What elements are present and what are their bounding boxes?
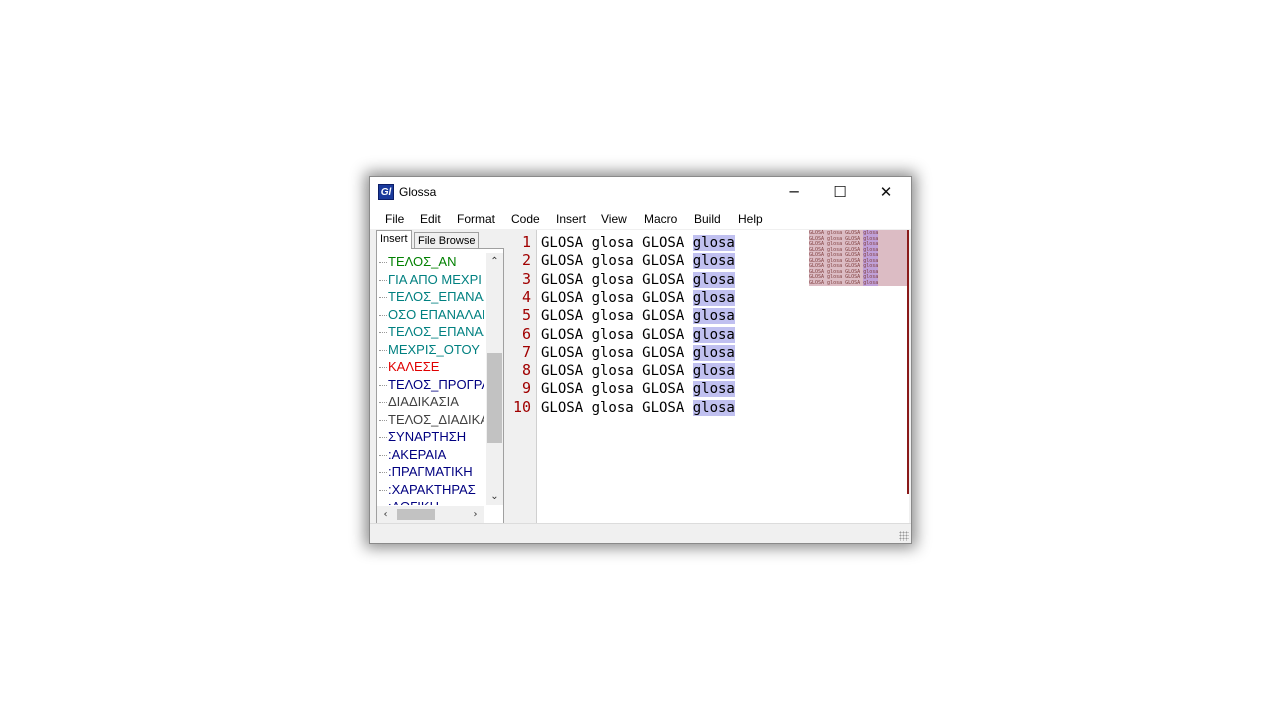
tree-item[interactable]: ΓΙΑ ΑΠΟ ΜΕΧΡΙ [377,271,484,289]
menu-build[interactable]: Build [694,212,721,226]
code-text: GLOSA glosa GLOSA [541,308,693,325]
scroll-down-icon[interactable]: ⌄ [486,488,503,505]
line-number: 4 [521,287,531,306]
scroll-up-icon[interactable]: ⌃ [486,253,503,270]
tree-item[interactable]: ΤΕΛΟΣ_ΠΡΟΓΡΑΜΜΑΤΟΣ [377,376,484,394]
menu-code[interactable]: Code [511,212,540,226]
insert-panel: Insert File Browse ΤΕΛΟΣ_ΑΝ ΓΙΑ ΑΠΟ ΜΕΧΡΙ… [376,230,504,524]
maximize-button[interactable]: ☐ [817,177,863,207]
code-text: GLOSA glosa GLOSA [541,271,693,288]
code-text: GLOSA glosa GLOSA [541,344,693,361]
code-editor[interactable]: 1 2 3 4 5 6 7 8 9 10 GLOSA glosa GLOSA glosa GLOSA… [507,230,909,526]
scroll-left-icon[interactable]: ‹ [377,506,394,523]
line-number: 8 [521,361,531,380]
status-bar [370,523,911,543]
code-line[interactable]: GLOSA glosa GLOSA glosa [541,380,735,398]
menu-format[interactable]: Format [457,212,495,226]
tree-item[interactable]: ΤΕΛΟΣ_ΕΠΑΝΑΛΗΨΗΣ [377,323,484,341]
scroll-right-icon[interactable]: › [467,506,484,523]
code-line[interactable]: GLOSA glosa GLOSA glosa [541,234,735,252]
code-text: GLOSA glosa GLOSA [541,399,693,416]
tree-item[interactable]: ΣΥΝΑΡΤΗΣΗ [377,428,484,446]
menu-file[interactable]: File [385,212,404,226]
selected-text: glosa [692,271,735,288]
tree-item[interactable]: ΚΑΛΕΣΕ [377,358,484,376]
code-text: GLOSA glosa GLOSA [541,381,693,398]
minimize-button[interactable]: ─ [771,177,817,207]
selected-text: glosa [692,289,735,306]
minimap-line: GLOSA glosa GLOSA glosa [809,279,879,287]
tree-horizontal-scrollbar[interactable]: ‹ › [377,506,484,523]
menu-view[interactable]: View [601,212,627,226]
code-line[interactable]: GLOSA glosa GLOSA glosa [541,271,735,289]
line-number: 1 [521,233,531,251]
tree-item[interactable]: ΔΙΑΔΙΚΑΣΙΑ [377,393,484,411]
line-number: 6 [521,324,531,343]
tab-insert[interactable]: Insert [376,230,412,249]
code-text: GLOSA glosa GLOSA [541,289,693,306]
tree-item[interactable]: ΟΣΟ ΕΠΑΝΑΛΑΒΕ [377,306,484,324]
code-line[interactable]: GLOSA glosa GLOSA glosa [541,252,735,270]
code-line[interactable]: GLOSA glosa GLOSA glosa [541,344,735,362]
selected-text: glosa [692,253,735,270]
code-line[interactable]: GLOSA glosa GLOSA glosa [541,399,735,417]
app-icon: Gl [378,184,394,200]
menu-bar: File Edit Format Code Insert View Macro … [370,207,911,229]
menu-help[interactable]: Help [738,212,763,226]
minimap-text: GLOSA glosa GLOSA [809,279,864,286]
line-number: 7 [521,342,531,361]
line-number: 9 [521,379,531,398]
title-bar[interactable]: Gl Glossa ─ ☐ ✕ [370,177,911,207]
minimap[interactable]: GLOSA glosa GLOSA glosa GLOSA glosa GLOSA… [809,230,909,286]
line-number: 2 [521,251,531,270]
window-title: Glossa [399,185,437,199]
close-button[interactable]: ✕ [863,177,909,207]
selected-text: glosa [692,399,735,416]
code-text: GLOSA glosa GLOSA [541,326,693,343]
selected-text: glosa [692,381,735,398]
insert-tree: ΤΕΛΟΣ_ΑΝΓΙΑ ΑΠΟ ΜΕΧΡΙ ΤΕΛΟΣ_ΕΠΑΝΑΛΗΨΗΣ Ο… [376,248,504,524]
code-line[interactable]: GLOSA glosa GLOSA glosa [541,362,735,380]
line-number: 5 [521,306,531,325]
tree-item[interactable]: ΤΕΛΟΣ_ΑΝ [377,253,484,271]
panel-tabs: Insert File Browse [376,230,504,249]
tree-item[interactable]: ΤΕΛΟΣ_ΔΙΑΔΙΚΑΣΙΑΣ [377,411,484,429]
menu-insert[interactable]: Insert [556,212,586,226]
minimap-selection: glosa [863,279,879,286]
code-line[interactable]: GLOSA glosa GLOSA glosa [541,307,735,325]
edge-marker [907,230,909,494]
tab-file-browse[interactable]: File Browse [414,232,480,248]
selected-text: glosa [692,363,735,380]
menu-edit[interactable]: Edit [420,212,441,226]
code-text: GLOSA glosa GLOSA [541,235,693,251]
selected-text: glosa [692,326,735,343]
horizontal-scrollbar-thumb[interactable] [397,509,435,520]
menu-macro[interactable]: Macro [644,212,677,226]
tree-list: ΤΕΛΟΣ_ΑΝΓΙΑ ΑΠΟ ΜΕΧΡΙ ΤΕΛΟΣ_ΕΠΑΝΑΛΗΨΗΣ Ο… [377,253,484,505]
selected-text: glosa [692,344,735,361]
tree-item[interactable]: ΜΕΧΡΙΣ_ΟΤΟΥ [377,341,484,359]
code-line[interactable]: GLOSA glosa GLOSA glosa [541,289,735,307]
app-window: Gl Glossa ─ ☐ ✕ File Edit Format Code In… [369,176,912,544]
tree-item[interactable]: :ΛΟΓΙΚΗ [377,498,484,505]
scrollbar-thumb[interactable] [487,353,502,443]
tree-item[interactable]: :ΑΚΕΡΑΙΑ [377,446,484,464]
tree-item[interactable]: ΤΕΛΟΣ_ΕΠΑΝΑΛΗΨΗΣ [377,288,484,306]
resize-grip-icon[interactable] [899,531,909,541]
line-number-gutter: 1 2 3 4 5 6 7 8 9 10 [507,230,537,526]
selected-text: glosa [692,235,735,251]
line-number: 10 [512,397,531,416]
tree-item[interactable]: :ΧΑΡΑΚΤΗΡΑΣ [377,481,484,499]
code-line[interactable]: GLOSA glosa GLOSA glosa [541,326,735,344]
code-text: GLOSA glosa GLOSA [541,253,693,270]
selected-text: glosa [692,308,735,325]
line-number: 3 [521,269,531,288]
tree-item[interactable]: :ΠΡΑΓΜΑΤΙΚΗ [377,463,484,481]
code-text: GLOSA glosa GLOSA [541,363,693,380]
tree-vertical-scrollbar[interactable]: ⌃ ⌄ [486,253,503,505]
